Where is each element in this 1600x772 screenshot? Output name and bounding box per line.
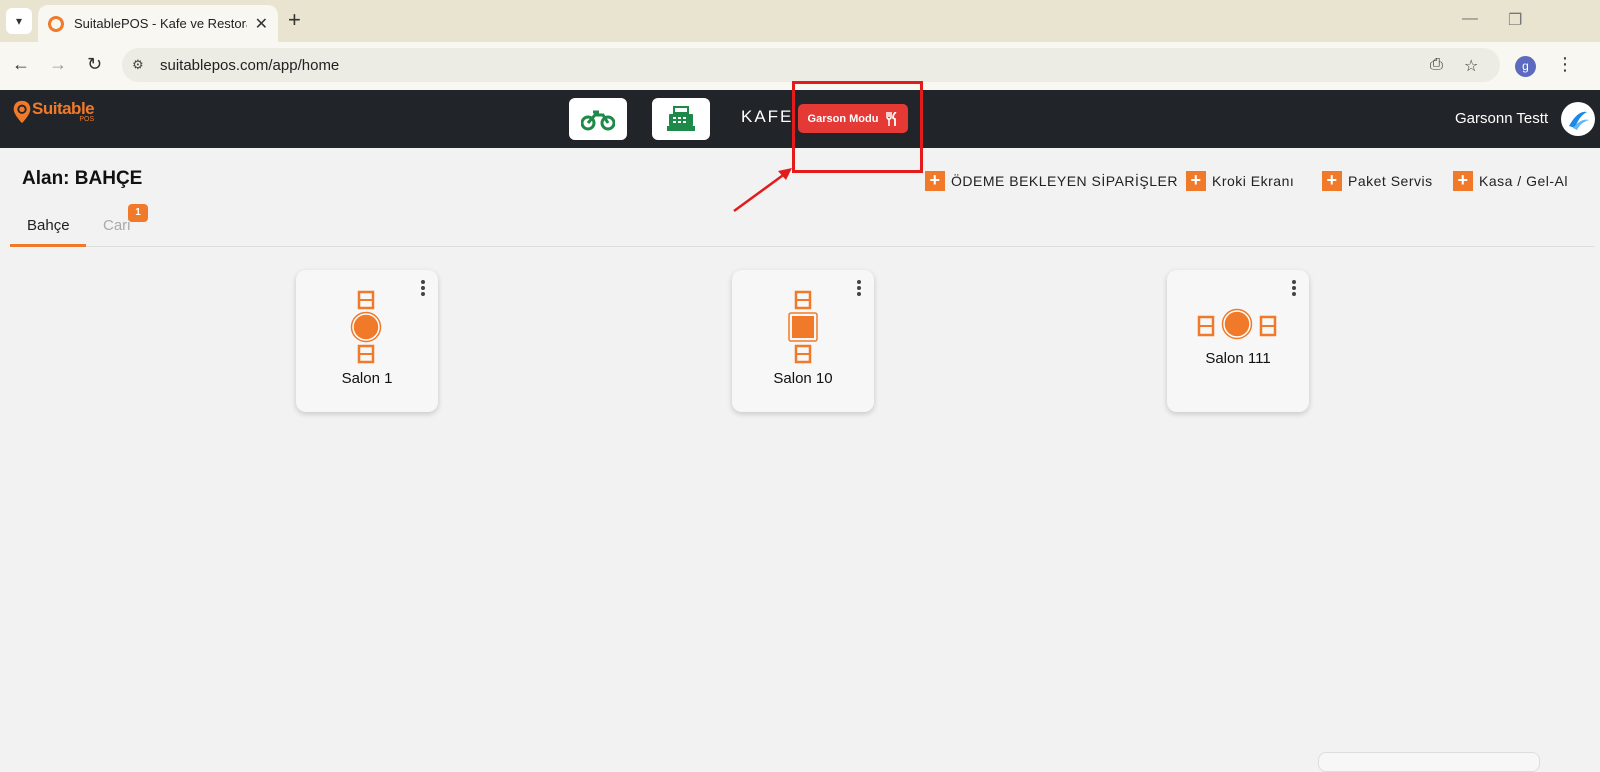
restore-icon[interactable]: ❐ [1508, 10, 1522, 30]
bookmark-star-icon[interactable]: ☆ [1464, 56, 1478, 76]
site-settings-icon[interactable]: ⚙ [132, 57, 148, 73]
table-name: Salon 111 [1205, 350, 1271, 367]
round-table-icon [350, 290, 382, 364]
action-label: Paket Servis [1348, 173, 1433, 189]
more-options-icon[interactable] [420, 278, 426, 298]
plus-icon: + [1322, 171, 1342, 191]
user-avatar[interactable] [1561, 102, 1595, 136]
table-card[interactable]: Salon 10 [732, 270, 874, 412]
table-card[interactable]: Salon 1 [296, 270, 438, 412]
table-name: Salon 1 [341, 370, 393, 387]
cash-register-button[interactable] [652, 98, 710, 140]
install-app-icon[interactable]: ⎙ [1430, 56, 1443, 74]
close-tab-icon[interactable]: ✕ [255, 14, 268, 34]
forward-icon[interactable]: → [49, 54, 67, 75]
browser-menu-icon[interactable]: ⋮ [1556, 54, 1574, 75]
new-tab-button[interactable]: + [288, 9, 301, 31]
package-service-action[interactable]: + Paket Servis [1322, 171, 1433, 191]
tab-badge: 1 [128, 204, 148, 222]
tab-search-button[interactable]: ▾ [6, 8, 32, 34]
favicon-icon [48, 15, 64, 32]
address-bar[interactable]: ⚙ suitablepos.com/app/home ⎙ ☆ [122, 48, 1500, 82]
mode-label: KAFE [741, 107, 794, 126]
action-label: Kasa / Gel-Al [1479, 173, 1568, 189]
plus-icon: + [1453, 171, 1473, 191]
url-text[interactable]: suitablepos.com/app/home [160, 57, 339, 74]
profile-avatar[interactable]: g [1515, 56, 1536, 77]
more-options-icon[interactable] [1291, 278, 1297, 298]
delivery-button[interactable] [569, 98, 627, 140]
browser-tab[interactable]: SuitablePOS - Kafe ve Restoran ✕ [38, 5, 278, 42]
back-icon[interactable]: ← [12, 54, 30, 75]
tab-title: SuitablePOS - Kafe ve Restoran [74, 16, 247, 31]
table-name: Salon 10 [773, 370, 833, 387]
app-logo[interactable]: Suitable POS [12, 100, 95, 124]
browser-tab-bar: ▾ SuitablePOS - Kafe ve Restoran ✕ + — ❐ [0, 0, 1600, 42]
cash-register-icon [667, 106, 695, 131]
page-title: Alan: BAHÇE [22, 168, 143, 189]
bottom-panel-edge [1318, 752, 1540, 772]
location-pin-icon [13, 100, 31, 124]
plus-icon: + [1186, 171, 1206, 191]
user-logo-icon [1569, 111, 1589, 130]
more-options-icon[interactable] [856, 278, 862, 298]
action-label: Kroki Ekranı [1212, 173, 1295, 189]
action-label: ÖDEME BEKLEYEN SİPARİŞLER [951, 173, 1178, 189]
round-table-icon [1197, 308, 1277, 340]
active-tab-indicator [10, 244, 86, 247]
motorcycle-icon [581, 110, 615, 131]
area-tabs: Bahçe Cari 1 [10, 204, 1594, 247]
square-table-icon [788, 290, 818, 364]
user-name[interactable]: Garsonn Testt [1455, 110, 1548, 127]
pending-orders-action[interactable]: + ÖDEME BEKLEYEN SİPARİŞLER [925, 171, 1178, 191]
tab-cari[interactable]: Cari [103, 217, 131, 234]
tab-bahce[interactable]: Bahçe [27, 217, 70, 234]
plus-icon: + [925, 171, 945, 191]
table-card[interactable]: Salon 111 [1167, 270, 1309, 412]
reload-icon[interactable]: ↻ [87, 54, 102, 75]
cashier-takeaway-action[interactable]: + Kasa / Gel-Al [1453, 171, 1568, 191]
minimize-icon[interactable]: — [1462, 10, 1478, 28]
annotation-highlight-box [792, 81, 923, 173]
floor-plan-action[interactable]: + Kroki Ekranı [1186, 171, 1294, 191]
